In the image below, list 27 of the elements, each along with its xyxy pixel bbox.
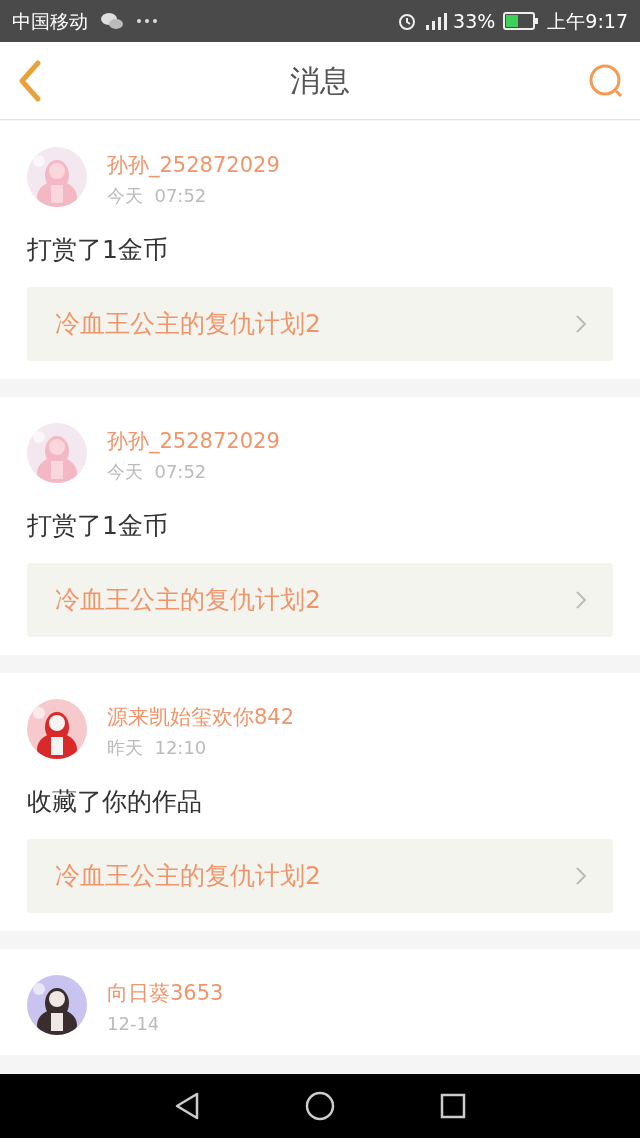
chevron-right-icon: [575, 866, 587, 886]
battery-percent: 33%: [453, 8, 496, 34]
battery-icon: [503, 12, 540, 30]
message-time: 今天 07:52: [107, 184, 208, 208]
message-time: 今天 07:52: [107, 460, 208, 484]
signal-icon: [425, 11, 450, 31]
carrier-name: 中国移动: [12, 8, 88, 34]
book-link[interactable]: 冷血王公主的复仇计划2: [27, 287, 613, 361]
book-link[interactable]: 冷血王公主的复仇计划2: [27, 839, 613, 913]
message-text: 打赏了1金币: [27, 510, 169, 542]
chat-bubbles-icon: [100, 11, 124, 31]
message-text: 收藏了你的作品: [27, 786, 203, 818]
alarm-icon: [397, 11, 418, 31]
user-name[interactable]: 源来凯始玺欢你842: [107, 703, 295, 731]
search-icon: [588, 62, 624, 99]
book-link[interactable]: 冷血王公主的复仇计划2: [27, 563, 613, 637]
clock-time: 上午9:17: [547, 8, 628, 34]
message-text: 打赏了1金币: [27, 234, 169, 266]
chevron-right-icon: [575, 314, 587, 334]
page-title: 消息: [290, 62, 350, 100]
user-name[interactable]: 孙孙_252872029: [107, 151, 280, 179]
message-time: 12-14: [107, 1012, 161, 1036]
user-name[interactable]: 孙孙_252872029: [107, 427, 280, 455]
message-time: 昨天 12:10: [107, 736, 208, 760]
user-name[interactable]: 向日葵3653: [107, 979, 224, 1007]
chevron-right-icon: [575, 590, 587, 610]
more-icon: [136, 18, 158, 24]
